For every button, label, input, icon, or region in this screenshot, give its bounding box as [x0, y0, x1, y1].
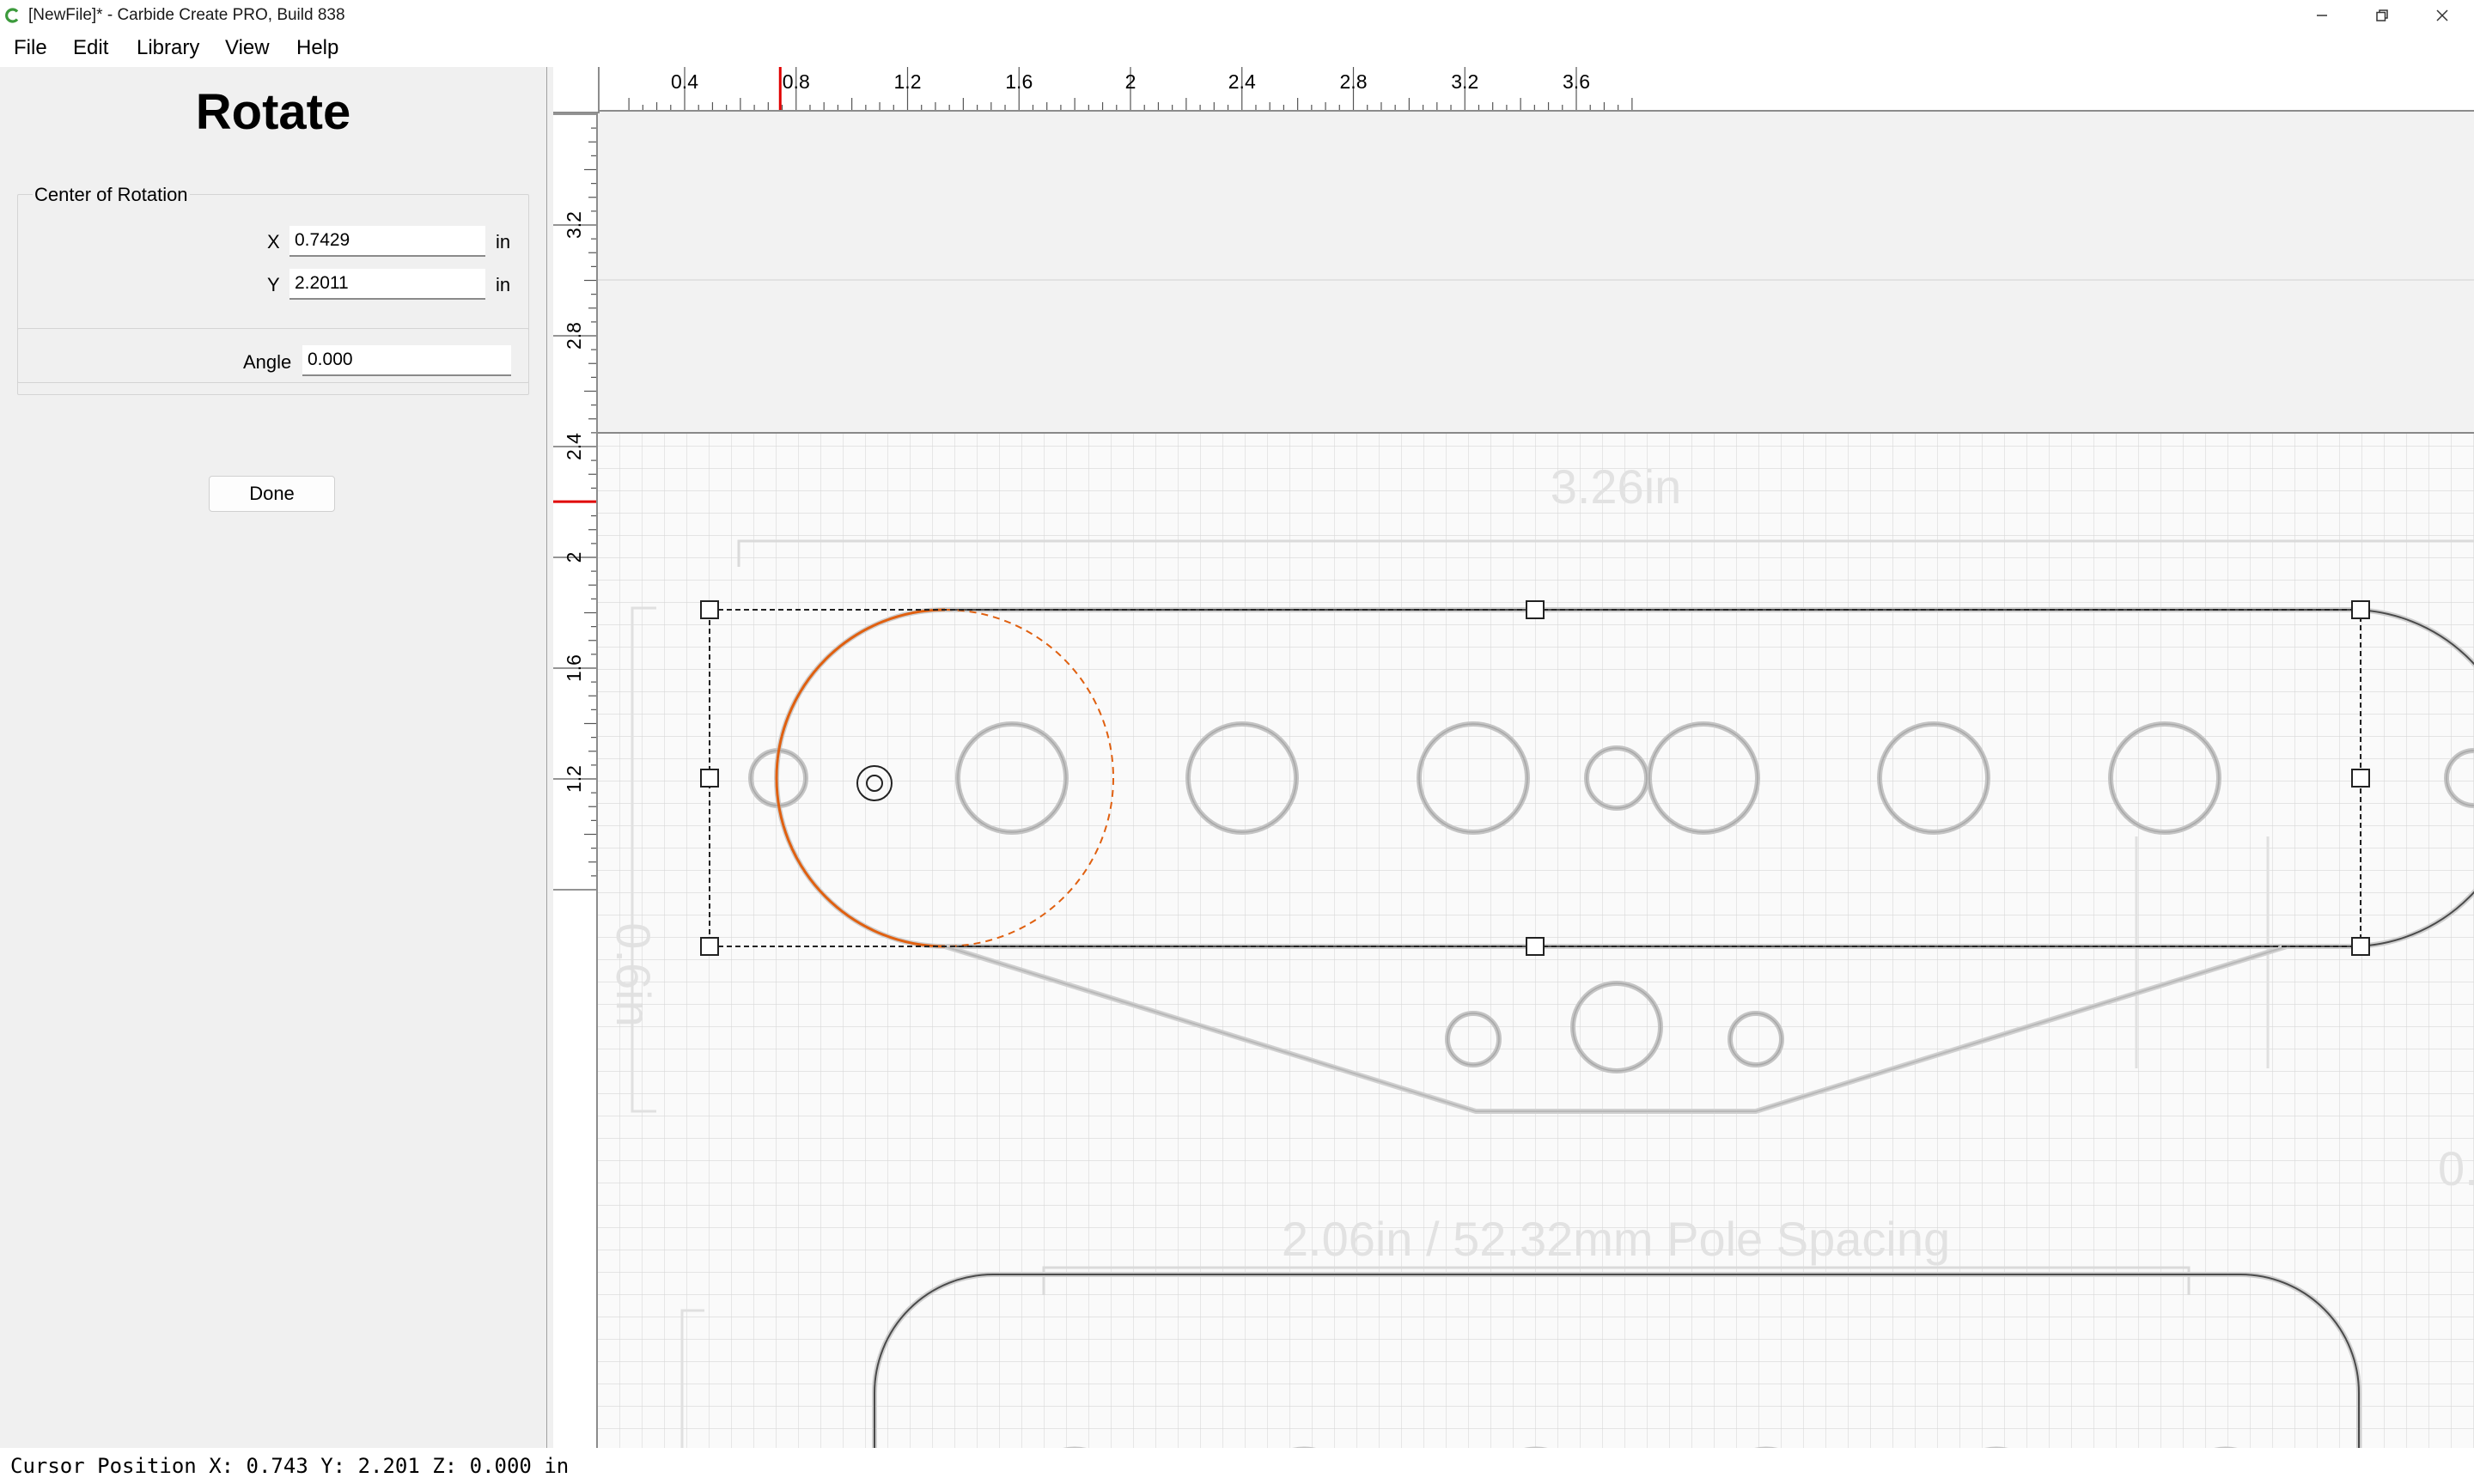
menu-help-label: Help	[296, 36, 339, 59]
menu-library[interactable]: Library	[133, 35, 203, 61]
ruler-label-x: 2	[1124, 70, 1136, 93]
angle-label: Angle	[243, 351, 292, 373]
center-y-field[interactable]	[289, 269, 485, 300]
menu-help[interactable]: Help	[293, 35, 342, 61]
ruler-label-x: 2.8	[1339, 70, 1368, 93]
ruler-label-y: 2.4	[563, 433, 585, 460]
ruler-label-x: 3.2	[1451, 70, 1479, 93]
hole-size-label: 0.195in or 0.187in	[2438, 1141, 2474, 1195]
status-bar: Cursor Position X: 0.743 Y: 2.201 Z: 0.0…	[0, 1448, 2474, 1484]
angle-field[interactable]	[302, 345, 511, 376]
pole-spacing-label: 2.06in / 52.32mm Pole Spacing	[1282, 1212, 1950, 1266]
ruler-label-y: 2.8	[563, 322, 585, 350]
carbide-c-icon	[5, 8, 19, 23]
design-canvas-area[interactable]: 3.26in 0.6in 2.06in / 52.32mm Pole Spaci…	[553, 67, 2474, 1448]
ruler-corner	[553, 67, 600, 113]
center-of-rotation-label: Center of Rotation	[33, 184, 190, 206]
x-label: X	[267, 231, 280, 252]
ruler-label-y: 3.2	[563, 211, 585, 239]
ruler-label-y: 1.6	[563, 654, 585, 682]
menu-file[interactable]: File	[10, 35, 51, 61]
close-icon	[2436, 9, 2448, 21]
ruler-label-x: 0.8	[782, 70, 810, 93]
panel-title: Rotate	[195, 84, 351, 140]
design-canvas[interactable]: 3.26in 0.6in 2.06in / 52.32mm Pole Spaci…	[598, 112, 2474, 1448]
rotate-panel: Rotate Center of Rotation X in Y in Angl…	[0, 67, 547, 1449]
menu-file-label: File	[14, 36, 47, 59]
menu-view-label: View	[225, 36, 270, 59]
window-title: [NewFile]* - Carbide Create PRO, Build 8…	[28, 6, 345, 24]
ruler-label-x: 1.6	[1005, 70, 1033, 93]
minimize-icon	[2317, 15, 2327, 16]
minimize-button[interactable]	[2292, 0, 2352, 31]
center-x-field[interactable]	[289, 226, 485, 257]
ruler-label-x: 1.2	[893, 70, 922, 93]
menu-edit-label: Edit	[73, 36, 109, 59]
restore-button[interactable]	[2352, 0, 2412, 31]
done-button[interactable]: Done	[209, 476, 335, 512]
title-bar: [NewFile]* - Carbide Create PRO, Build 8…	[0, 0, 2474, 31]
y-unit: in	[496, 274, 511, 295]
ruler-label-x: 3.6	[1563, 70, 1590, 93]
ruler-label-x: 2.4	[1228, 70, 1256, 93]
ruler-label-x: 0.4	[671, 70, 698, 93]
close-button[interactable]	[2412, 0, 2472, 31]
menu-bar: File Edit Library View Help	[0, 31, 2474, 67]
ruler-label-y: 2	[563, 551, 585, 563]
restore-icon	[2376, 9, 2388, 21]
ruler-ticks-horizontal	[628, 67, 1633, 110]
dimension-top-label: 3.26in	[1551, 459, 1682, 514]
menu-library-label: Library	[137, 36, 200, 59]
y-label: Y	[267, 274, 280, 295]
ruler-label-y: 1.2	[563, 765, 585, 793]
cursor-position-readout: Cursor Position X: 0.743 Y: 2.201 Z: 0.0…	[10, 1454, 570, 1478]
menu-view[interactable]: View	[222, 35, 273, 61]
x-unit: in	[496, 231, 511, 252]
menu-edit[interactable]: Edit	[70, 35, 112, 61]
